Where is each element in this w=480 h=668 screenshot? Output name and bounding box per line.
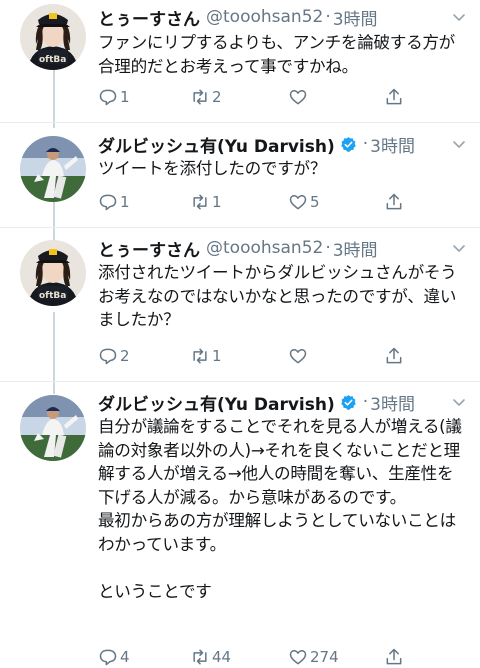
- chevron-down-icon[interactable]: [452, 10, 466, 24]
- verified-badge-icon: [340, 136, 357, 153]
- thread-line: [53, 202, 55, 242]
- separator-dot: ·: [362, 134, 369, 154]
- retweet-button[interactable]: 1: [190, 191, 222, 213]
- tweet-actions: 1 1 5: [98, 191, 428, 213]
- retweet-button[interactable]: 44: [190, 646, 231, 668]
- tweet-text: 添付されたツイートからダルビッシュさんがそうお考えなのではないかなと思ったのです…: [98, 263, 457, 329]
- reply-count: 2: [120, 347, 130, 365]
- display-name[interactable]: ダルビッシュ有(Yu Darvish): [98, 390, 335, 415]
- share-icon: [386, 648, 402, 665]
- reply-button[interactable]: 2: [98, 345, 130, 367]
- avatar[interactable]: [20, 136, 86, 202]
- tweet-header: とぅーすさん @tooohsan52 · 3時間: [98, 4, 474, 30]
- timestamp[interactable]: 3時間: [333, 5, 378, 30]
- tweet-text: ツイートを添付したのですが？: [98, 159, 327, 178]
- like-count: 274: [310, 648, 339, 666]
- heart-icon: [289, 650, 307, 665]
- reply-count: 4: [120, 648, 130, 666]
- share-icon: [386, 347, 402, 364]
- display-name[interactable]: とぅーすさん: [98, 5, 200, 30]
- separator-dot: ·: [362, 392, 369, 412]
- timestamp[interactable]: 3時間: [333, 236, 378, 261]
- tweet-text: 自分が議論をすることでそれを見る人が増える(議論の対象者以外の人)→それを良くな…: [98, 417, 462, 601]
- reply-icon: [99, 89, 117, 106]
- share-button[interactable]: [384, 345, 404, 367]
- like-button[interactable]: 274: [288, 646, 339, 668]
- divider: [0, 227, 480, 228]
- like-count: 5: [310, 193, 320, 211]
- retweet-count: 1: [212, 347, 222, 365]
- reply-count: 1: [120, 193, 130, 211]
- avatar-image: [20, 395, 86, 461]
- reply-button[interactable]: 4: [98, 646, 130, 668]
- heart-icon: [289, 195, 307, 210]
- avatar-logo-text: oftBa: [39, 291, 66, 301]
- share-button[interactable]: [384, 646, 404, 668]
- share-icon: [386, 193, 402, 210]
- tweet-actions: 4 44 274: [98, 646, 428, 668]
- thread-line: [53, 70, 55, 128]
- tweet-text: ファンにリプするよりも、アンチを論破する方が合理的だとお考えって事ですかね。: [98, 33, 455, 76]
- avatar[interactable]: oftBa: [20, 240, 86, 306]
- chevron-down-icon[interactable]: [452, 137, 466, 151]
- like-button[interactable]: 5: [288, 191, 320, 213]
- reply-count: 1: [120, 88, 130, 106]
- timestamp[interactable]: 3時間: [370, 132, 415, 157]
- divider: [0, 122, 480, 123]
- timestamp[interactable]: 3時間: [370, 390, 415, 415]
- avatar-image: [20, 136, 86, 202]
- like-button[interactable]: [288, 345, 310, 367]
- tweet-actions: 1 2: [98, 86, 428, 108]
- display-name[interactable]: とぅーすさん: [98, 236, 200, 261]
- tweet-header: とぅーすさん @tooohsan52 · 3時間: [98, 235, 474, 261]
- avatar[interactable]: [20, 395, 86, 461]
- share-button[interactable]: [384, 86, 404, 108]
- reply-button[interactable]: 1: [98, 86, 130, 108]
- retweet-count: 44: [212, 648, 232, 666]
- share-button[interactable]: [384, 191, 404, 213]
- avatar[interactable]: oftBa: [20, 4, 86, 70]
- heart-icon: [289, 90, 307, 105]
- separator-dot: ·: [325, 7, 331, 27]
- tweet-actions: 2 1: [98, 345, 428, 367]
- username[interactable]: @tooohsan52: [206, 238, 323, 258]
- separator-dot: ·: [325, 238, 331, 258]
- chevron-down-icon[interactable]: [452, 395, 466, 409]
- reply-icon: [99, 649, 117, 666]
- avatar-logo-text: oftBa: [39, 55, 66, 65]
- reply-icon: [99, 348, 117, 365]
- retweet-count: 1: [212, 193, 222, 211]
- like-button[interactable]: [288, 86, 310, 108]
- verified-badge-icon: [340, 394, 357, 411]
- retweet-icon: [193, 194, 207, 210]
- retweet-button[interactable]: 1: [190, 345, 222, 367]
- avatar-image: oftBa: [20, 240, 86, 306]
- divider: [0, 381, 480, 382]
- chevron-down-icon[interactable]: [452, 241, 466, 255]
- display-name[interactable]: ダルビッシュ有(Yu Darvish): [98, 132, 335, 157]
- heart-icon: [289, 349, 307, 364]
- reply-button[interactable]: 1: [98, 191, 130, 213]
- retweet-button[interactable]: 2: [190, 86, 222, 108]
- retweet-icon: [193, 649, 207, 665]
- reply-icon: [99, 194, 117, 211]
- username[interactable]: @tooohsan52: [206, 7, 323, 27]
- retweet-icon: [193, 348, 207, 364]
- tweet-header: ダルビッシュ有(Yu Darvish) · 3時間: [98, 131, 474, 157]
- share-icon: [386, 88, 402, 105]
- tweet-header: ダルビッシュ有(Yu Darvish) · 3時間: [98, 389, 474, 415]
- avatar-image: oftBa: [20, 4, 86, 70]
- retweet-count: 2: [212, 88, 222, 106]
- retweet-icon: [193, 89, 207, 105]
